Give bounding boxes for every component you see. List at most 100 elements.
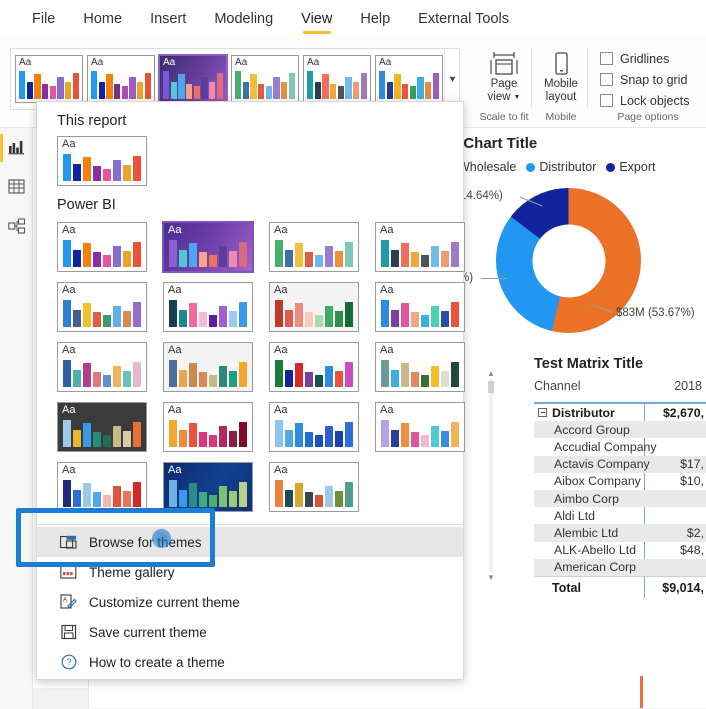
ribbon-tab-file[interactable]: File [18, 0, 69, 38]
theme-action-how-to-create-a-theme[interactable]: ? How to create a theme [37, 647, 463, 677]
matrix-row-label: Aimbo Corp [554, 491, 619, 506]
checkbox[interactable] [600, 73, 613, 86]
power-bi-theme-15[interactable]: Aa [375, 402, 465, 452]
power-bi-theme-7[interactable]: Aa [375, 282, 465, 332]
ribbon-tab-modeling[interactable]: Modeling [200, 0, 287, 38]
ribbon-tab-insert[interactable]: Insert [136, 0, 200, 38]
ribbon-theme-thumb-0[interactable]: Aa [15, 55, 83, 103]
sidebar-item-data-view[interactable] [0, 168, 33, 208]
ribbon-tab-external-tools[interactable]: External Tools [404, 0, 523, 38]
theme-sample-text: Aa [274, 464, 288, 476]
table-row[interactable]: Alembic Ltd $2, [534, 524, 706, 542]
page-view-button[interactable]: Page view ▼ [476, 44, 532, 104]
power-bi-theme-grid[interactable]: Aa Aa Aa Aa Aa Aa Aa Aa Aa Aa Aa Aa Aa Aa Aa Aa Aa Aa Aa [37, 220, 465, 522]
power-bi-theme-16[interactable]: Aa [57, 462, 147, 512]
power-bi-theme-12[interactable]: Aa [57, 402, 147, 452]
theme-sample-text: Aa [168, 224, 182, 236]
power-bi-theme-13[interactable]: Aa [163, 402, 253, 452]
theme-gallery-icon [59, 563, 78, 582]
ribbon-theme-thumb-2[interactable]: Aa [158, 54, 228, 104]
sidebar-item-report-view[interactable] [0, 128, 33, 168]
table-row[interactable]: Actavis Company $17, [534, 455, 706, 473]
ribbon-tab-home[interactable]: Home [69, 0, 136, 38]
theme-color-swatch [345, 422, 353, 447]
power-bi-theme-0[interactable]: Aa [57, 222, 147, 272]
donut-legend-item-distributor[interactable]: Distributor [526, 160, 596, 174]
matrix-group-row[interactable]: Distributor $2,670, [534, 404, 706, 421]
power-bi-theme-6[interactable]: Aa [269, 282, 359, 332]
matrix-scrollbar[interactable]: ▲ ▼ [485, 368, 497, 583]
theme-action-browse-for-themes[interactable]: Browse for themes [37, 527, 463, 557]
theme-action-save-current-theme[interactable]: Save current theme [37, 617, 463, 647]
checkbox[interactable] [600, 94, 613, 107]
page-option-snap-to-grid[interactable]: Snap to grid [600, 69, 704, 90]
sidebar-item-model-view[interactable] [0, 208, 33, 248]
theme-color-swatch [381, 240, 389, 267]
theme-color-swatch [98, 81, 105, 99]
scrollbar-thumb[interactable] [488, 381, 494, 393]
this-report-theme-list[interactable]: Aa [37, 136, 463, 186]
ribbon-theme-gallery-items[interactable]: Aa Aa Aa Aa Aa Aa [15, 54, 443, 104]
power-bi-theme-8[interactable]: Aa [57, 342, 147, 392]
browse-theme-icon [59, 533, 78, 552]
theme-action-list[interactable]: Browse for themes Theme gallery A Customize… [37, 525, 463, 677]
ribbon-theme-thumb-4[interactable]: Aa [303, 55, 371, 103]
table-row[interactable]: Aldi Ltd [534, 507, 706, 524]
power-bi-theme-14[interactable]: Aa [269, 402, 359, 452]
matrix-row-value: $2, [686, 525, 704, 540]
power-bi-theme-11[interactable]: Aa [375, 342, 465, 392]
theme-action-theme-gallery[interactable]: Theme gallery [37, 557, 463, 587]
chevron-down-icon[interactable]: ▼ [514, 91, 521, 104]
ribbon-theme-thumb-1[interactable]: Aa [87, 55, 155, 103]
checkbox[interactable] [600, 52, 613, 65]
scroll-up-arrow-icon[interactable]: ▲ [485, 368, 497, 379]
theme-color-bars [381, 240, 459, 267]
ribbon-theme-thumb-3[interactable]: Aa [231, 55, 299, 103]
theme-action-customize-current-theme[interactable]: A Customize current theme [37, 587, 463, 617]
theme-color-swatch [144, 73, 151, 99]
ribbon-theme-thumb-5[interactable]: Aa [375, 55, 443, 103]
power-bi-theme-17[interactable]: Aa [163, 462, 253, 512]
theme-color-swatch [325, 365, 333, 387]
ribbon-tab-view[interactable]: View [287, 0, 346, 38]
chevron-down-icon[interactable]: ▼ [444, 49, 460, 109]
donut-chart-visual[interactable]: ut Chart Title Wholesale Distributor Expor… [433, 128, 706, 353]
power-bi-theme-18[interactable]: Aa [269, 462, 359, 512]
theme-color-swatch [19, 71, 26, 99]
table-row[interactable]: American Corp [534, 558, 706, 576]
donut-legend-item-export[interactable]: Export [606, 160, 655, 174]
page-option-gridlines[interactable]: Gridlines [600, 48, 704, 69]
donut-chart-legend[interactable]: Wholesale Distributor Export [445, 160, 655, 174]
theme-color-swatch [335, 310, 343, 327]
collapse-toggle-icon[interactable] [538, 408, 547, 418]
table-row[interactable]: Aimbo Corp [534, 489, 706, 508]
table-row[interactable]: Accudial Company [534, 438, 706, 455]
matrix-row-label: Accord Group [554, 422, 630, 437]
mobile-layout-button[interactable]: Mobile layout [534, 44, 588, 104]
power-bi-theme-9[interactable]: Aa [163, 342, 253, 392]
power-bi-theme-1[interactable]: Aa [162, 221, 254, 273]
theme-color-swatch [169, 360, 177, 387]
power-bi-theme-10[interactable]: Aa [269, 342, 359, 392]
table-row[interactable]: ALK-Abello Ltd $48, [534, 542, 706, 559]
table-row[interactable]: Accord Group [534, 421, 706, 439]
scroll-down-arrow-icon[interactable]: ▼ [485, 572, 497, 583]
theme-color-bars [169, 240, 247, 267]
scrollbar-track[interactable] [489, 379, 493, 572]
matrix-visual[interactable]: Test Matrix Title Channel 2018 Distribut… [500, 353, 706, 613]
ribbon-tab-help[interactable]: Help [346, 0, 404, 38]
table-row[interactable]: Aibox Company $10, [534, 473, 706, 490]
this-report-theme-0[interactable]: Aa [57, 136, 147, 186]
power-bi-theme-5[interactable]: Aa [163, 282, 253, 332]
theme-dropdown-panel[interactable]: This report Aa Power BI Aa Aa Aa Aa Aa Aa Aa Aa… [36, 101, 465, 680]
power-bi-theme-3[interactable]: Aa [375, 222, 465, 272]
power-bi-theme-4[interactable]: Aa [57, 282, 147, 332]
legend-label: Wholesale [458, 160, 517, 174]
theme-color-swatch [179, 310, 187, 327]
matrix-row-list[interactable]: Distributor $2,670, Accord Group Accudial C… [534, 404, 706, 576]
page-option-lock-objects[interactable]: Lock objects [600, 90, 704, 111]
ribbon-tab-label: External Tools [418, 11, 509, 27]
theme-sample-text: Aa [168, 404, 182, 416]
power-bi-theme-2[interactable]: Aa [269, 222, 359, 272]
theme-action-label: Customize current theme [89, 594, 240, 610]
